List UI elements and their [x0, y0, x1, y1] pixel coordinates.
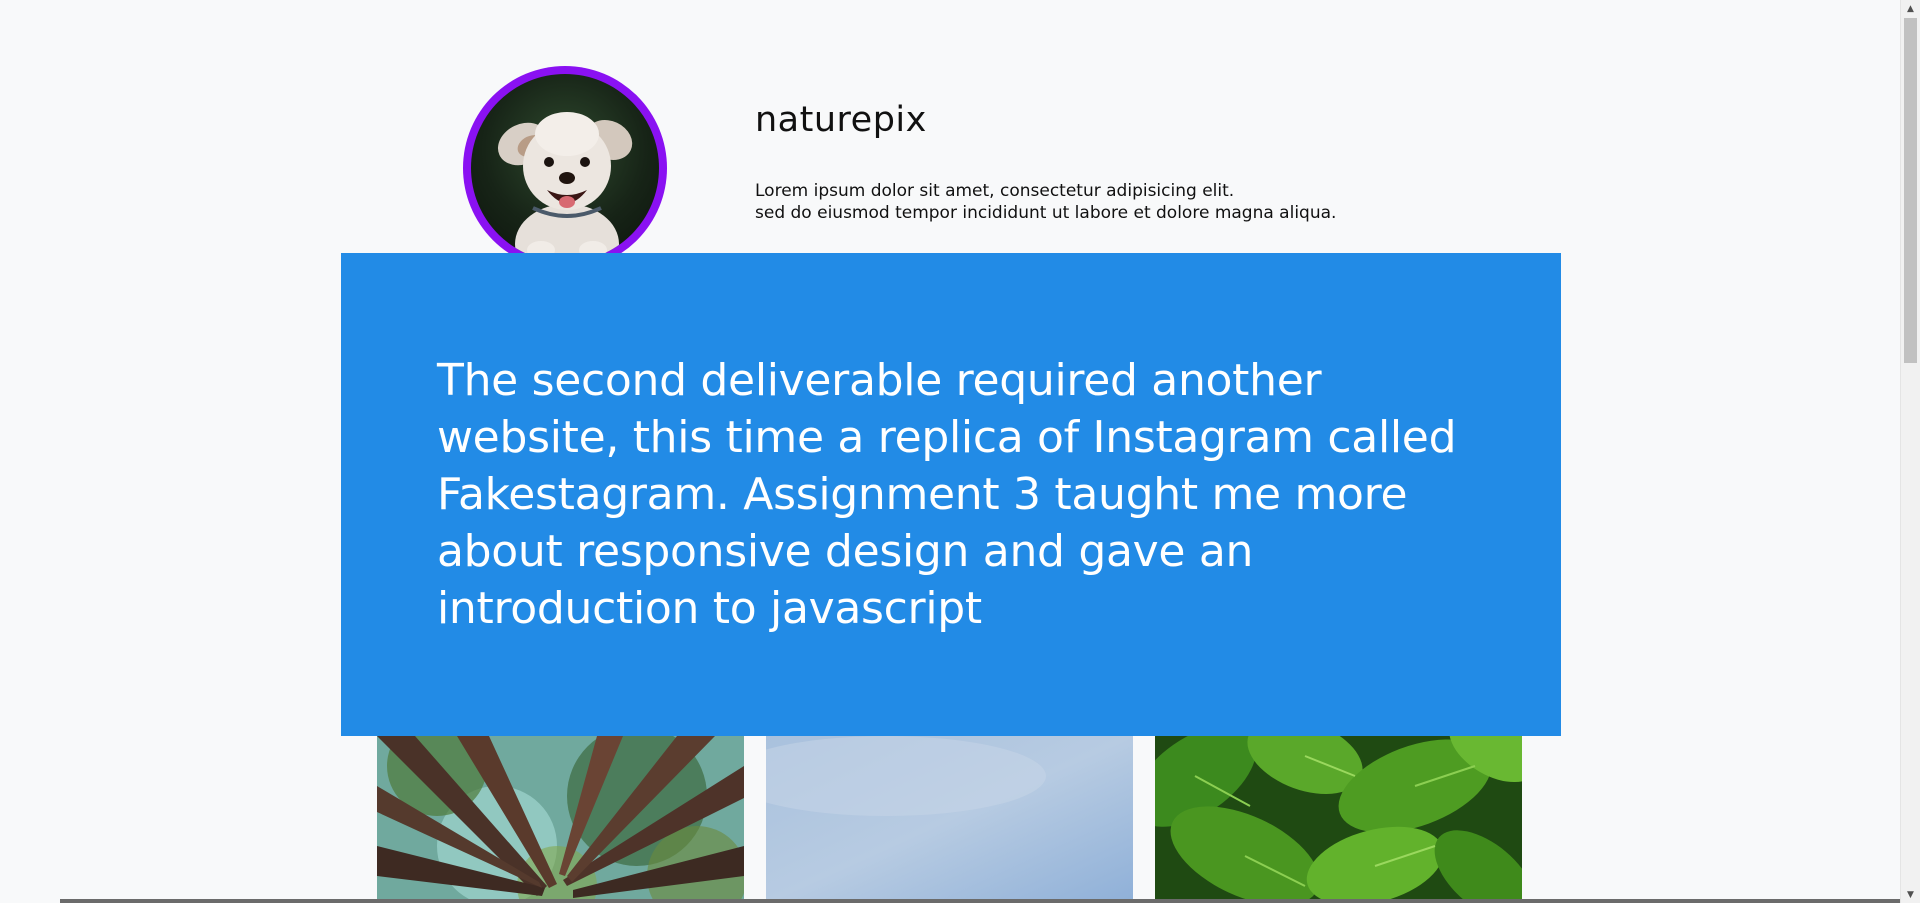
scrollbar-thumb[interactable]	[1904, 18, 1917, 363]
profile-avatar[interactable]	[463, 66, 667, 270]
bio-line-2: sed do eiusmod tempor incididunt ut labo…	[755, 203, 1337, 223]
sky-image	[766, 736, 1133, 903]
project-description-overlay: The second deliverable required another …	[341, 253, 1561, 736]
gallery-photo-sky[interactable]	[766, 736, 1133, 903]
avatar-dog-photo	[471, 74, 659, 262]
green-leaves-image	[1155, 736, 1522, 903]
scroll-down-arrow-icon[interactable]: ▼	[1901, 886, 1920, 903]
vertical-scrollbar[interactable]: ▲ ▼	[1900, 0, 1920, 903]
bottom-divider	[60, 899, 1900, 903]
profile-username: naturepix	[755, 100, 927, 140]
profile-bio: Lorem ipsum dolor sit amet, consectetur …	[755, 180, 1336, 224]
scroll-up-arrow-icon[interactable]: ▲	[1901, 0, 1920, 17]
page: naturepix Lorem ipsum dolor sit amet, co…	[0, 0, 1920, 903]
gallery-photo-forest[interactable]	[377, 736, 744, 903]
forest-canopy-image	[377, 736, 744, 903]
dog-photo-image	[497, 112, 633, 262]
bio-line-1: Lorem ipsum dolor sit amet, consectetur …	[755, 181, 1235, 201]
overlay-description-text: The second deliverable required another …	[437, 355, 1457, 634]
gallery-photo-leaves[interactable]	[1155, 736, 1522, 903]
